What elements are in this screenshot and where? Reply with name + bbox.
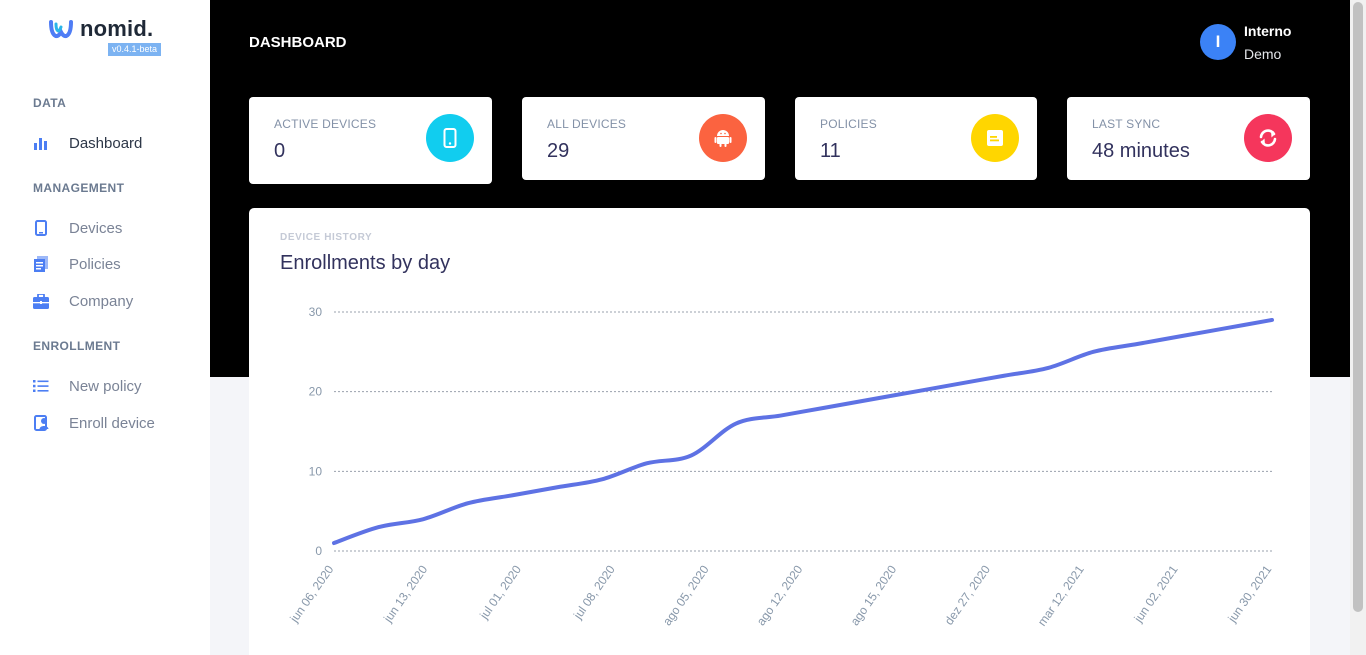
note-icon (971, 114, 1019, 162)
brand-logo[interactable]: nomid. v0.4.1-beta (48, 16, 178, 56)
y-tick-label: 20 (309, 385, 323, 399)
sync-icon (1244, 114, 1292, 162)
x-tick-label: dez 27, 2020 (942, 562, 993, 627)
sidebar-item-label: Devices (69, 219, 123, 237)
stat-label: POLICIES (820, 117, 877, 131)
x-tick-label: jun 30, 2021 (1225, 562, 1275, 625)
page-title: DASHBOARD (249, 34, 347, 51)
device-history-panel: DEVICE HISTORY Enrollments by day 0 10 20 3… (249, 208, 1310, 655)
sidebar-item-label: Policies (69, 255, 121, 273)
x-tick-label: ago 12, 2020 (754, 562, 806, 628)
sidebar-item-label: New policy (69, 377, 142, 395)
x-tick-label: jul 01, 2020 (476, 562, 524, 622)
stat-value: 48 minutes (1092, 140, 1190, 162)
sidebar-item-company[interactable]: Company (33, 290, 133, 312)
y-tick-label: 30 (309, 305, 323, 319)
stat-card-policies: POLICIES 11 (795, 97, 1037, 180)
x-tick-label: jun 06, 2020 (287, 562, 337, 625)
x-tick-label: jun 13, 2020 (380, 562, 430, 625)
sidebar: nomid. v0.4.1-beta DATA Dashboard MANAGE… (0, 0, 210, 655)
x-tick-label: jun 02, 2021 (1131, 562, 1181, 625)
sidebar-item-devices[interactable]: Devices (33, 217, 122, 239)
sidebar-item-dashboard[interactable]: Dashboard (33, 132, 142, 154)
stat-card-all-devices: ALL DEVICES 29 (522, 97, 765, 180)
stat-value: 11 (820, 140, 841, 162)
nomid-logo-mark (49, 20, 73, 39)
stat-label: LAST SYNC (1092, 117, 1161, 131)
brand-name: nomid. (80, 16, 154, 41)
y-tick-label: 10 (309, 464, 323, 478)
x-tick-label: ago 05, 2020 (660, 562, 712, 628)
avatar[interactable]: I (1200, 24, 1236, 60)
stat-value: 0 (274, 140, 286, 162)
series-line (332, 317, 1274, 546)
x-tick-label: ago 15, 2020 (848, 562, 900, 628)
bar-chart-icon (33, 135, 49, 151)
document-icon (33, 256, 49, 272)
badge-icon (33, 415, 49, 431)
x-tick-label: mar 12, 2021 (1035, 562, 1087, 628)
list-icon (33, 378, 49, 394)
sidebar-item-policies[interactable]: Policies (33, 253, 121, 275)
sidebar-item-label: Dashboard (69, 134, 143, 152)
sidebar-item-enroll-device[interactable]: Enroll device (33, 412, 155, 434)
enrollments-line-chart: 0 10 20 30 jun 06, 2020 jun 13, 2020 jul 01, 2… (287, 305, 1275, 629)
scrollbar[interactable] (1350, 0, 1366, 655)
stat-label: ALL DEVICES (547, 117, 627, 131)
stat-value: 29 (547, 140, 570, 162)
version-badge: v0.4.1-beta (108, 43, 162, 56)
user-name: Interno (1244, 23, 1292, 39)
stat-label: ACTIVE DEVICES (274, 117, 377, 131)
nav-heading-management: MANAGEMENT (33, 181, 125, 195)
nav-heading-enrollment: ENROLLMENT (33, 339, 121, 353)
user-subtitle: Demo (1244, 46, 1282, 62)
y-tick-label: 0 (315, 544, 322, 558)
sidebar-item-new-policy[interactable]: New policy (33, 375, 142, 397)
sidebar-item-label: Enroll device (69, 414, 155, 432)
sidebar-item-label: Company (69, 292, 134, 310)
phone-icon (426, 114, 474, 162)
stat-card-last-sync: LAST SYNC 48 minutes (1067, 97, 1310, 180)
x-tick-label: jul 08, 2020 (570, 562, 618, 622)
briefcase-icon (33, 293, 49, 309)
nav-heading-data: DATA (33, 96, 67, 110)
scrollbar-thumb[interactable] (1353, 2, 1363, 612)
android-icon (699, 114, 747, 162)
tablet-icon (33, 220, 49, 236)
stat-card-active-devices: ACTIVE DEVICES 0 (249, 97, 492, 184)
